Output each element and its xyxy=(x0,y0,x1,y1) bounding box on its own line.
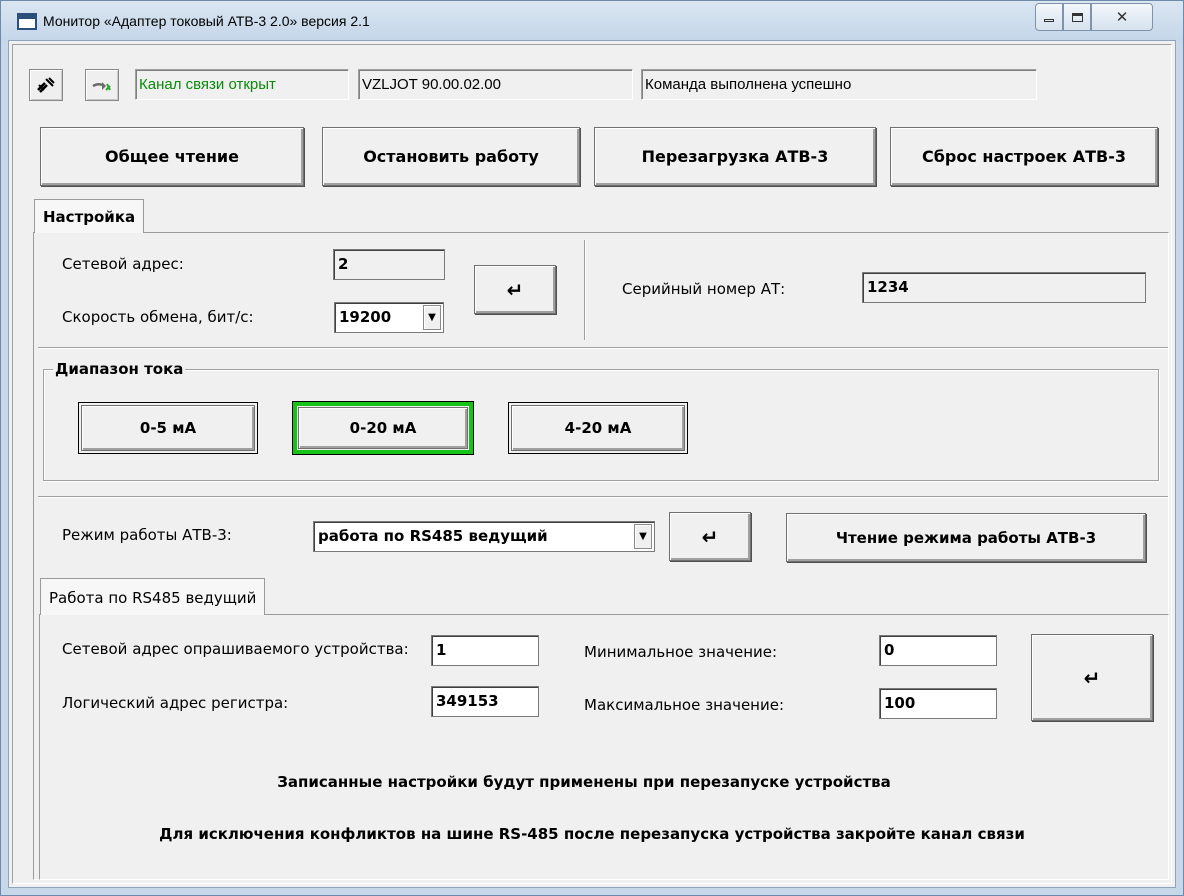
register-address-field[interactable]: 349153 xyxy=(431,686,539,717)
channel-status-field: Канал связи открыт xyxy=(135,69,349,100)
serial-number-label: Серийный номер АТ: xyxy=(622,280,786,298)
command-status-text: Команда выполнена успешно xyxy=(645,76,852,93)
enter-icon: ↵ xyxy=(1083,665,1101,690)
title-bar[interactable]: Монитор «Адаптер токовый АТВ-3 2.0» верс… xyxy=(1,1,1183,41)
range-0-5-button[interactable]: 0-5 мА xyxy=(81,405,255,451)
max-value-field[interactable]: 100 xyxy=(879,688,997,719)
mode-label: Режим работы АТВ-3: xyxy=(62,526,232,544)
apply-mode-button[interactable]: ↵ xyxy=(669,512,751,561)
polled-address-label: Сетевой адрес опрашиваемого устройства: xyxy=(62,640,409,658)
tab-rs485-master[interactable]: Работа по RS485 ведущий xyxy=(40,578,266,615)
reboot-button[interactable]: Перезагрузка АТВ-3 xyxy=(594,127,876,186)
enter-icon: ↵ xyxy=(701,524,719,549)
disconnect-button[interactable] xyxy=(29,69,63,101)
connect-plug-icon xyxy=(92,82,111,91)
device-version-text: VZLJOT 90.00.02.00 xyxy=(362,76,501,93)
channel-status-text: Канал связи открыт xyxy=(139,76,276,93)
section-divider-2 xyxy=(38,496,1168,498)
polled-address-field[interactable]: 1 xyxy=(431,635,539,666)
range-0-20-button[interactable]: 0-20 мА xyxy=(298,407,468,449)
current-range-title: Диапазон тока xyxy=(53,360,186,378)
mode-value: работа по RS485 ведущий xyxy=(318,527,548,545)
mode-select[interactable]: работа по RS485 ведущий ▼ xyxy=(313,521,655,552)
restart-note: Записанные настройки будут применены при… xyxy=(277,773,891,791)
disconnect-plug-icon xyxy=(37,77,55,93)
minimize-button[interactable] xyxy=(1035,3,1063,31)
apply-rs485-settings-button[interactable]: ↵ xyxy=(1031,634,1153,721)
baud-rate-label: Скорость обмена, бит/с: xyxy=(62,308,254,326)
network-address-field[interactable]: 2 xyxy=(333,249,445,280)
app-window-icon xyxy=(17,13,37,30)
maximize-icon xyxy=(1071,12,1083,22)
close-icon: ✕ xyxy=(1115,8,1129,26)
read-mode-button[interactable]: Чтение режима работы АТВ-3 xyxy=(786,513,1146,562)
tab-settings[interactable]: Настройка xyxy=(34,199,145,233)
range-4-20-button-frame[interactable]: 4-20 мА xyxy=(508,402,688,454)
section-divider xyxy=(38,347,1168,349)
close-button[interactable]: ✕ xyxy=(1091,3,1153,31)
apply-network-settings-button[interactable]: ↵ xyxy=(474,265,556,314)
bus-conflict-note: Для исключения конфликтов на шине RS-485… xyxy=(159,825,1025,843)
range-0-20-button-frame[interactable]: 0-20 мА xyxy=(293,402,473,454)
min-value-field[interactable]: 0 xyxy=(879,635,997,666)
serial-number-field[interactable]: 1234 xyxy=(862,272,1146,303)
register-address-label: Логический адрес регистра: xyxy=(62,694,289,712)
range-0-5-button-frame[interactable]: 0-5 мА xyxy=(78,402,258,454)
command-status-field: Команда выполнена успешно xyxy=(641,69,1037,100)
window-title: Монитор «Адаптер токовый АТВ-3 2.0» верс… xyxy=(43,13,370,29)
chevron-down-icon[interactable]: ▼ xyxy=(634,524,652,549)
connect-settings-button[interactable] xyxy=(85,69,119,101)
enter-icon: ↵ xyxy=(506,277,524,302)
network-address-label: Сетевой адрес: xyxy=(62,255,184,273)
baud-rate-value: 19200 xyxy=(339,308,392,326)
min-value-label: Минимальное значение: xyxy=(584,643,778,661)
stop-work-button[interactable]: Остановить работу xyxy=(322,127,580,186)
baud-rate-select[interactable]: 19200 ▼ xyxy=(334,302,444,333)
chevron-down-icon[interactable]: ▼ xyxy=(423,305,441,330)
device-version-field: VZLJOT 90.00.02.00 xyxy=(358,69,633,100)
general-read-button[interactable]: Общее чтение xyxy=(40,127,304,186)
settings-divider xyxy=(584,240,586,340)
max-value-label: Максимальное значение: xyxy=(584,696,785,714)
reset-settings-button[interactable]: Сброс настроек АТВ-3 xyxy=(890,127,1158,186)
minimize-icon xyxy=(1044,18,1054,22)
maximize-button[interactable] xyxy=(1063,3,1091,31)
range-4-20-button[interactable]: 4-20 мА xyxy=(511,405,685,451)
